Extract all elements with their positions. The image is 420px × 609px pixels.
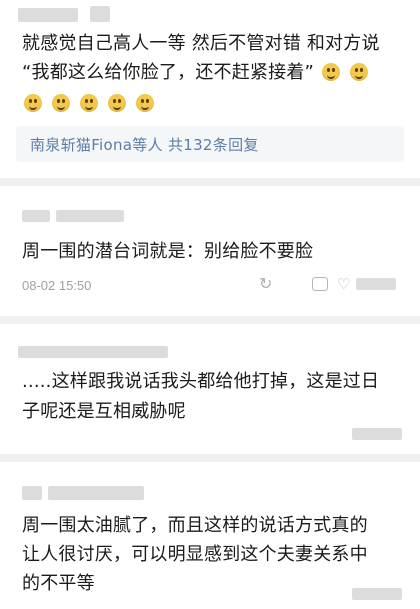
smile-emoji-icon — [107, 94, 126, 112]
blurred-action — [352, 428, 402, 440]
smile-emoji-icon — [24, 94, 42, 112]
blurred-username — [56, 210, 124, 222]
replies-summary-box[interactable]: 南泉斩猫Fiona等人 共132条回复 — [16, 126, 404, 162]
smile-emoji-icon — [321, 63, 340, 81]
blurred-avatar-piece — [22, 486, 42, 500]
blurred-like-count — [356, 278, 396, 290]
comment-3-line-2: 子呢还是互相威胁呢 — [22, 401, 186, 422]
forward-icon[interactable]: ↻ — [259, 274, 272, 293]
comment-separator — [0, 316, 420, 324]
comment-1-emoji-row — [22, 90, 410, 118]
comment-1-line-2: “我都这么给你脸了，还不赶紧接着” — [22, 59, 410, 87]
comment-2-text: 周一围的潜台词就是：别给脸不要脸 — [22, 241, 314, 262]
smile-emoji-icon — [79, 94, 98, 112]
comment-icon[interactable] — [312, 277, 328, 291]
comment-separator — [0, 178, 420, 186]
comment-3-line-1: .....这样跟我说话我头都给他打掉，这是过日 — [22, 371, 380, 392]
blurred-action — [352, 588, 402, 600]
smile-emoji-icon — [135, 94, 154, 112]
smile-emoji-icon — [349, 63, 368, 81]
blurred-username — [48, 486, 144, 500]
comment-1-line-1: 就感觉自己高人一等 然后不管对错 和对方说 — [22, 33, 380, 54]
like-icon[interactable]: ♡ — [337, 275, 350, 293]
blurred-badge — [90, 6, 110, 22]
blurred-username — [18, 346, 168, 358]
comment-1-line-2-text: “我都这么给你脸了，还不赶紧接着” — [22, 62, 315, 83]
comment-4-line-1: 周一围太油腻了，而且这样的说话方式真的 — [22, 515, 368, 536]
comment-separator — [0, 454, 420, 462]
blurred-username — [18, 8, 78, 22]
blurred-username — [22, 210, 50, 222]
smile-emoji-icon — [51, 94, 70, 112]
comment-4-line-2: 让人很讨厌，可以明显感到这个夫妻关系中 — [22, 544, 368, 565]
replies-summary-link[interactable]: 南泉斩猫Fiona等人 共132条回复 — [30, 134, 259, 155]
comment-2-timestamp: 08-02 15:50 — [22, 278, 92, 293]
